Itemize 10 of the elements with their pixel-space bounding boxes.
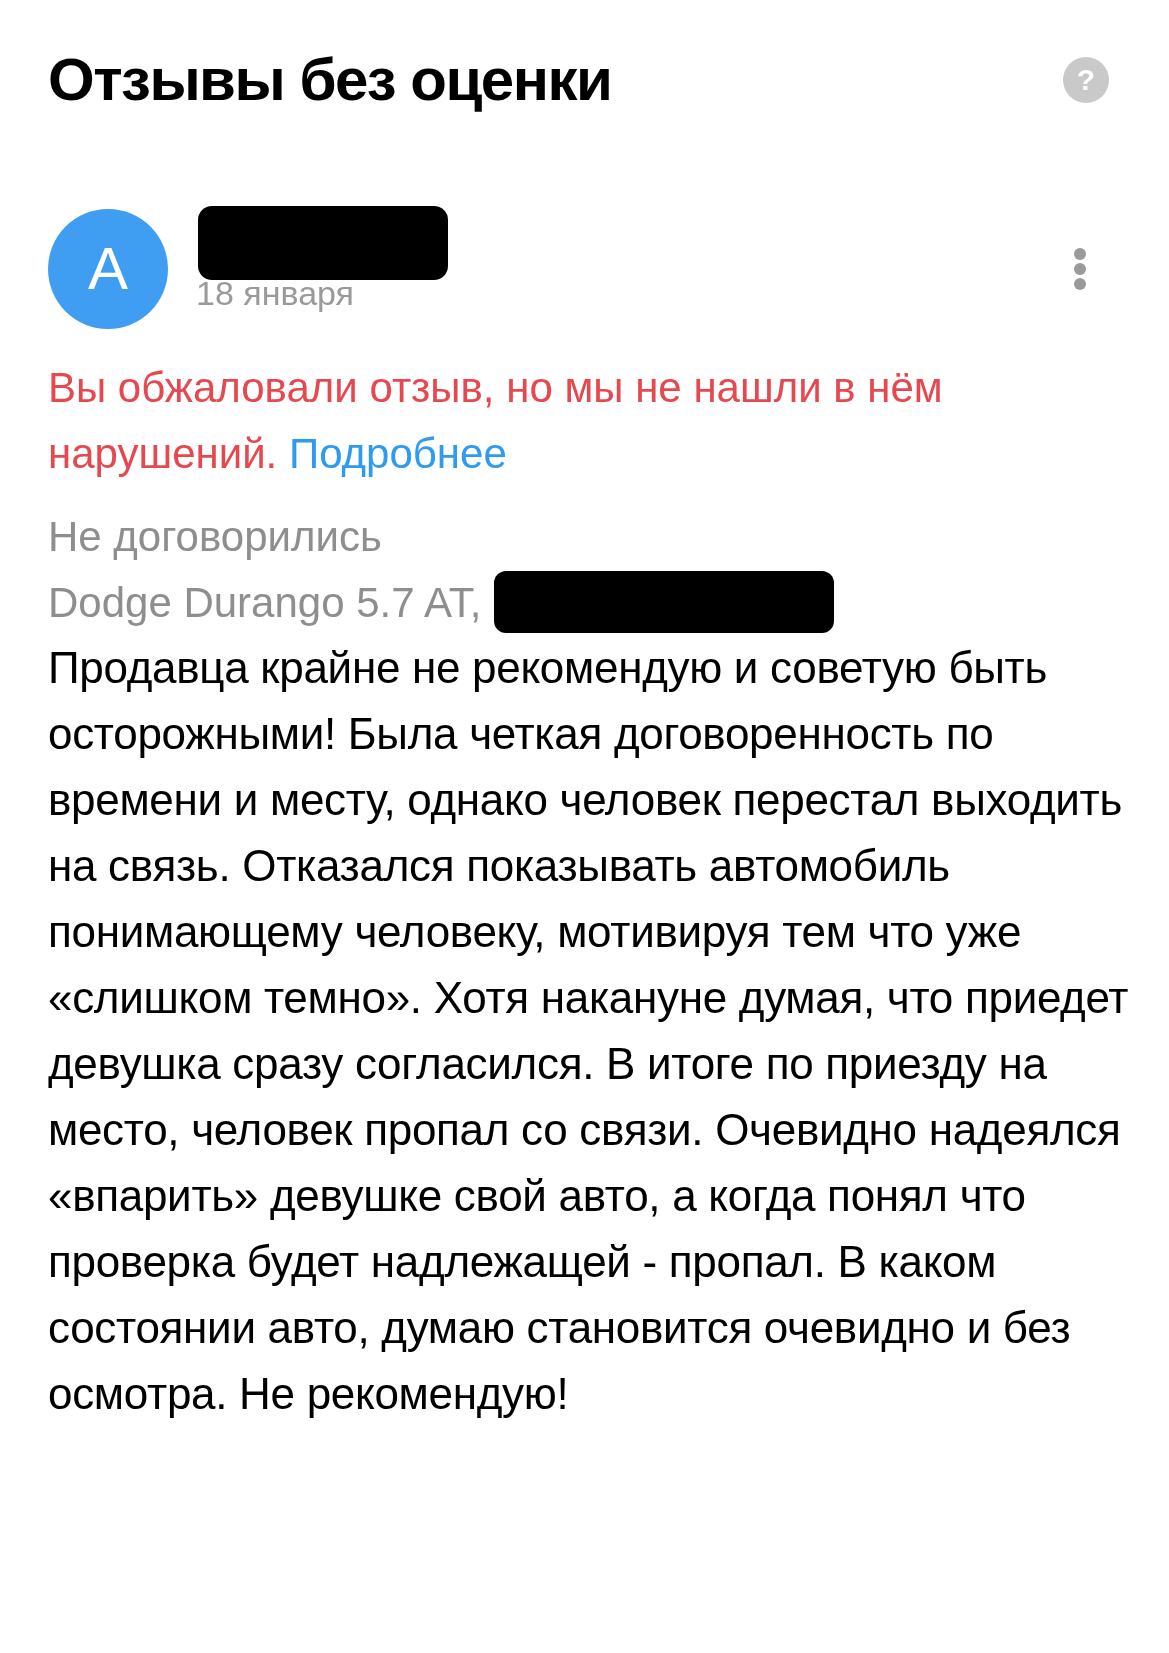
avatar: А: [48, 209, 168, 329]
review-text: Продавца крайне не рекомендую и советую быть осторожными! Была четкая договоренность по времени и месту, однако человек перестал выходить на связь. Отказался показывать автомобиль понимающему человеку, мотивируя тем что уже «слишком темно». Хотя накануне думая, что приедет девушка сразу согласился. В итоге по приезду на место, человек пропал со связи. Очевидно надеялся «впарить» девушке свой авто, а когда понял что проверка будет надлежащей - пропал. В каком состоянии авто, думаю становится очевидно и без осмотра. Не рекомендую!: [48, 642, 1130, 1420]
deal-status: Не договорились: [48, 512, 383, 562]
details-link[interactable]: Подробнее: [288, 430, 507, 477]
review-date: 18 января: [196, 272, 354, 314]
listing-title: Dodge Durango 5.7 AT,: [48, 577, 482, 628]
help-icon[interactable]: ?: [1063, 56, 1109, 103]
more-options-icon[interactable]: [1073, 247, 1087, 291]
appeal-notice: Вы обжаловали отзыв, но мы не нашли в нём нарушений. Подробнее: [48, 363, 944, 479]
page-title: Отзывы без оценки: [48, 45, 612, 115]
